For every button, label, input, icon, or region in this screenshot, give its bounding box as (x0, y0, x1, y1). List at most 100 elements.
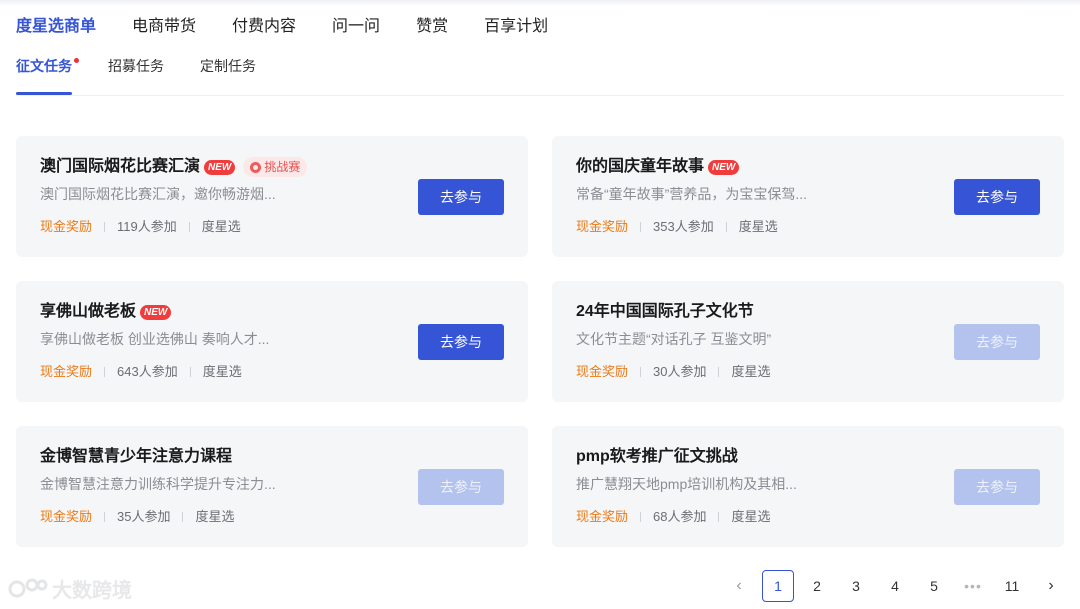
card-description: 推广慧翔天地pmp培训机构及其相... (576, 476, 797, 492)
join-button-disabled[interactable]: 去参与 (954, 469, 1040, 505)
meta-separator (640, 512, 642, 522)
challenge-badge-label: 挑战赛 (264, 160, 301, 174)
meta-separator (718, 367, 720, 377)
top-shadow (0, 0, 1080, 6)
source-label: 度星选 (731, 364, 771, 379)
card-description: 享佛山做老板 创业选佛山 奏响人才... (40, 331, 270, 347)
reward-label: 现金奖励 (40, 509, 93, 524)
meta-separator (640, 222, 642, 232)
task-card[interactable]: 你的国庆童年故事 NEW 常备“童年故事”营养品，为宝宝保驾... 现金奖励 3… (552, 136, 1064, 257)
card-meta: 现金奖励 30人参加 度星选 (576, 363, 771, 381)
source-label: 度星选 (738, 219, 778, 234)
card-description: 金博智慧注意力训练科学提升专注力... (40, 476, 276, 492)
task-card[interactable]: 24年中国国际孔子文化节 文化节主题“对话孔子 互鉴文明” 现金奖励 30人参加… (552, 281, 1064, 402)
meta-separator (640, 367, 642, 377)
meta-separator (104, 222, 106, 232)
card-title-row: 24年中国国际孔子文化节 (576, 301, 754, 323)
tab-paid-content[interactable]: 付费内容 (232, 16, 296, 38)
join-button[interactable]: 去参与 (954, 179, 1040, 215)
sub-tab-bar: 征文任务 招募任务 定制任务 (16, 56, 292, 76)
new-badge: NEW (140, 304, 172, 320)
card-title: 金博智慧青少年注意力课程 (40, 448, 233, 465)
join-button[interactable]: 去参与 (418, 324, 504, 360)
unread-dot (74, 58, 79, 63)
next-page-button[interactable]: › (1035, 570, 1067, 602)
card-title: 享佛山做老板 (40, 303, 137, 320)
card-title: 澳门国际烟花比赛汇演 (40, 158, 201, 175)
reward-label: 现金奖励 (40, 364, 93, 379)
pagination: ‹ 1 2 3 4 5 ••• 11 › (716, 570, 1067, 602)
card-title-row: 澳门国际烟花比赛汇演 NEW 挑战赛 (40, 156, 308, 178)
join-button[interactable]: 去参与 (418, 179, 504, 215)
watermark-text: 大数跨境 (52, 580, 132, 602)
meta-separator (182, 512, 184, 522)
subtab-custom-tasks[interactable]: 定制任务 (200, 56, 256, 76)
source-label: 度星选 (195, 509, 235, 524)
card-title-row: 金博智慧青少年注意力课程 (40, 446, 232, 468)
main-tab-bar: 度星选商单 电商带货 付费内容 问一问 赞赏 百享计划 (16, 16, 584, 38)
card-title-row: pmp软考推广征文挑战 (576, 446, 738, 468)
active-subtab-indicator (16, 92, 72, 95)
page-2-button[interactable]: 2 (801, 570, 833, 602)
card-meta: 现金奖励 35人参加 度星选 (40, 508, 235, 526)
task-card[interactable]: 澳门国际烟花比赛汇演 NEW 挑战赛 澳门国际烟花比赛汇演，邀你畅游烟... 现… (16, 136, 528, 257)
page-last-button[interactable]: 11 (996, 570, 1028, 602)
task-card[interactable]: 金博智慧青少年注意力课程 金博智慧注意力训练科学提升专注力... 现金奖励 35… (16, 426, 528, 547)
reward-label: 现金奖励 (576, 364, 629, 379)
subtab-recruit-tasks[interactable]: 招募任务 (108, 56, 164, 76)
card-title-row: 享佛山做老板 NEW (40, 301, 172, 323)
meta-separator (104, 512, 106, 522)
pagination-ellipsis[interactable]: ••• (957, 570, 989, 602)
tab-baixiang-plan[interactable]: 百享计划 (484, 16, 548, 38)
page-4-button[interactable]: 4 (879, 570, 911, 602)
card-description: 文化节主题“对话孔子 互鉴文明” (576, 331, 772, 347)
participants-count: 68人参加 (653, 509, 707, 524)
source-label: 度星选 (202, 364, 242, 379)
meta-separator (718, 512, 720, 522)
tab-ask[interactable]: 问一问 (332, 16, 380, 38)
participants-count: 353人参加 (653, 219, 714, 234)
subtab-essay-tasks[interactable]: 征文任务 (16, 56, 79, 76)
tab-du-xing-xuan-orders[interactable]: 度星选商单 (16, 16, 96, 38)
page-3-button[interactable]: 3 (840, 570, 872, 602)
challenge-icon (250, 161, 262, 173)
prev-page-button[interactable]: ‹ (723, 570, 755, 602)
card-title: 24年中国国际孔子文化节 (576, 303, 754, 320)
card-meta: 现金奖励 68人参加 度星选 (576, 508, 771, 526)
subtab-essay-label: 征文任务 (16, 58, 72, 74)
card-title: pmp软考推广征文挑战 (576, 448, 738, 465)
reward-label: 现金奖励 (576, 509, 629, 524)
card-meta: 现金奖励 119人参加 度星选 (40, 218, 241, 236)
watermark: 大数跨境 (8, 574, 132, 603)
source-label: 度星选 (731, 509, 771, 524)
challenge-badge: 挑战赛 (243, 157, 308, 177)
task-card[interactable]: pmp软考推广征文挑战 推广慧翔天地pmp培训机构及其相... 现金奖励 68人… (552, 426, 1064, 547)
participants-count: 35人参加 (117, 509, 171, 524)
tab-ecommerce[interactable]: 电商带货 (132, 16, 196, 38)
card-description: 常备“童年故事”营养品，为宝宝保驾... (576, 186, 807, 202)
new-badge: NEW (708, 159, 740, 175)
meta-separator (188, 222, 190, 232)
card-title-row: 你的国庆童年故事 NEW (576, 156, 740, 178)
reward-label: 现金奖励 (40, 219, 93, 234)
meta-separator (725, 222, 727, 232)
new-badge: NEW (204, 159, 236, 175)
participants-count: 643人参加 (117, 364, 178, 379)
task-card[interactable]: 享佛山做老板 NEW 享佛山做老板 创业选佛山 奏响人才... 现金奖励 643… (16, 281, 528, 402)
join-button-disabled[interactable]: 去参与 (418, 469, 504, 505)
page-5-button[interactable]: 5 (918, 570, 950, 602)
card-meta: 现金奖励 643人参加 度星选 (40, 363, 242, 381)
participants-count: 30人参加 (653, 364, 707, 379)
join-button-disabled[interactable]: 去参与 (954, 324, 1040, 360)
tab-tips[interactable]: 赞赏 (416, 16, 448, 38)
meta-separator (189, 367, 191, 377)
tab-divider (16, 95, 1064, 96)
card-title: 你的国庆童年故事 (576, 158, 705, 175)
meta-separator (104, 367, 106, 377)
participants-count: 119人参加 (117, 219, 177, 234)
source-label: 度星选 (201, 219, 241, 234)
card-description: 澳门国际烟花比赛汇演，邀你畅游烟... (40, 186, 276, 202)
watermark-logo-icon (8, 578, 48, 597)
reward-label: 现金奖励 (576, 219, 629, 234)
page-1-button[interactable]: 1 (762, 570, 794, 602)
